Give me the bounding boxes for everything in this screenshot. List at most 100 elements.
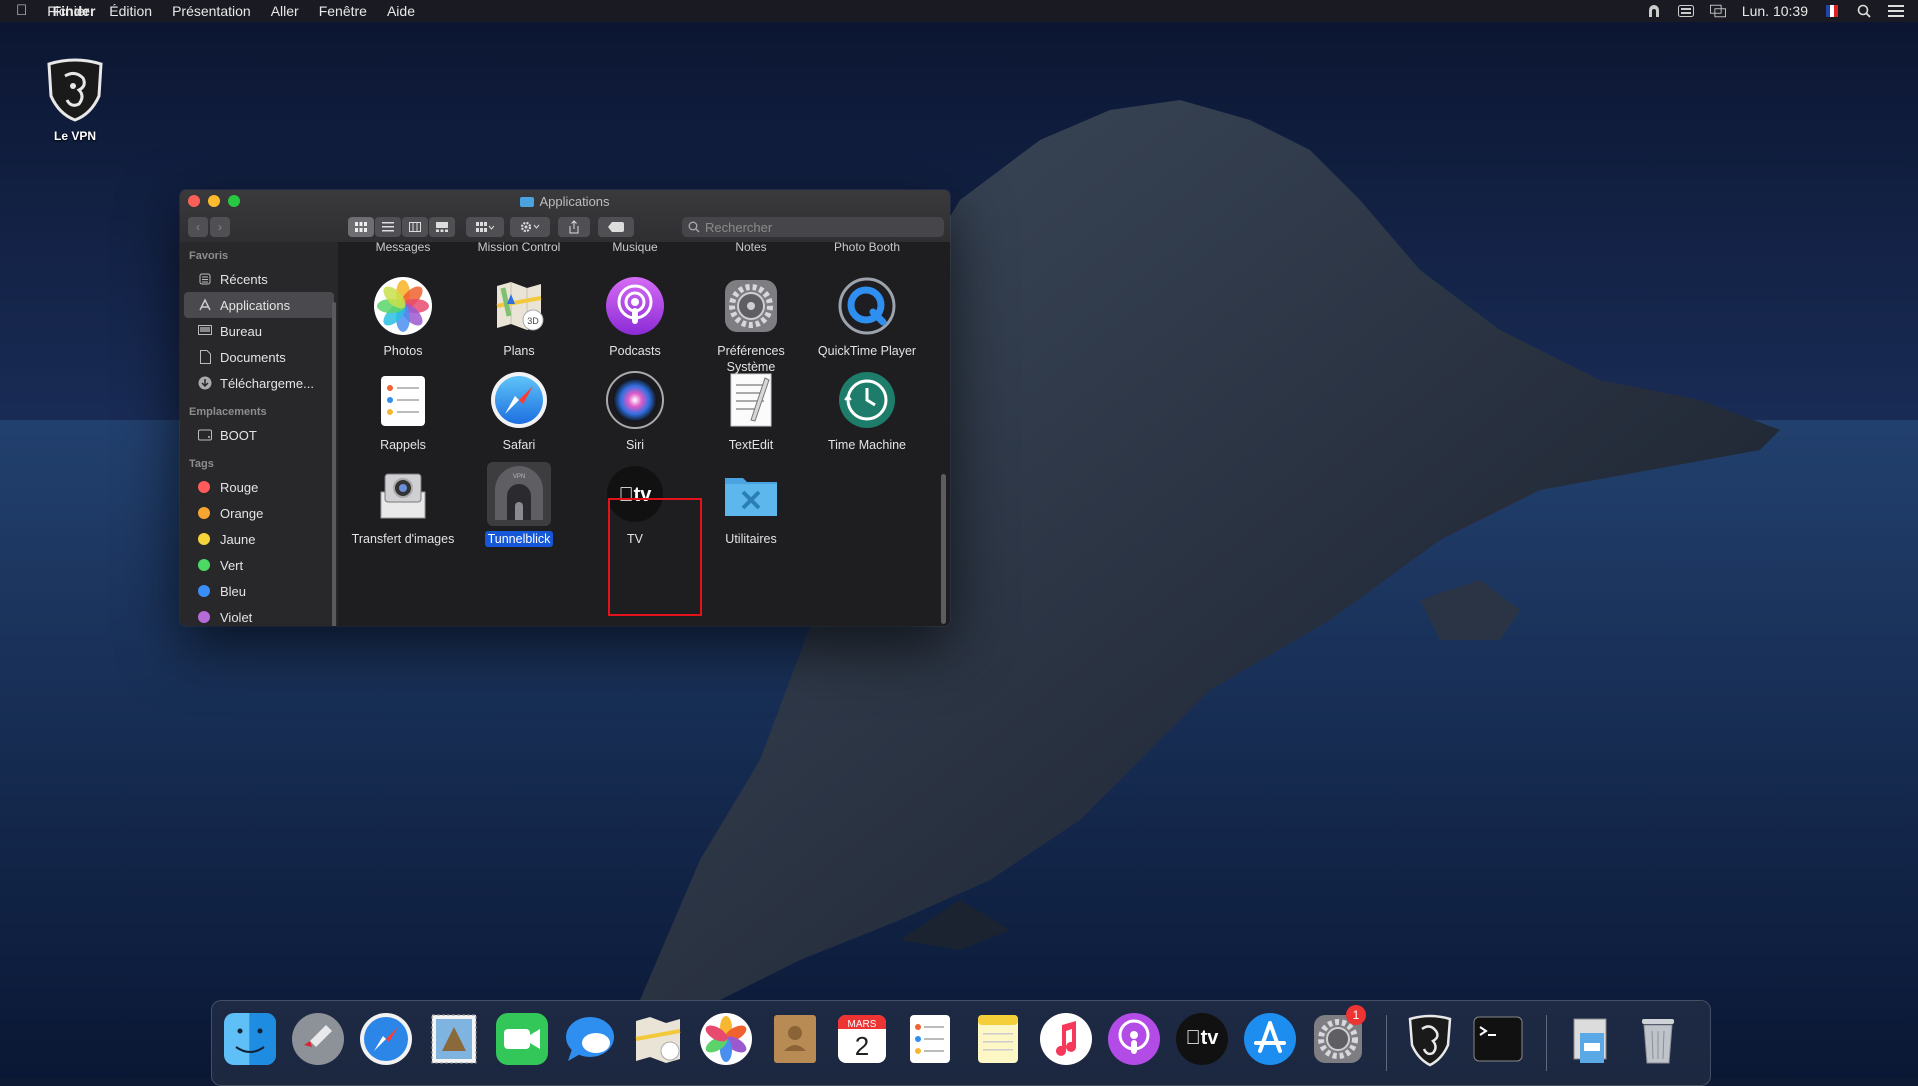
dock-safari[interactable] [358, 1011, 414, 1067]
sidebar-tag-rouge[interactable]: Rouge [180, 474, 338, 500]
dock-maps[interactable] [630, 1011, 686, 1067]
menu-fenetre[interactable]: Fenêtre [319, 0, 367, 22]
dock-notes[interactable] [970, 1011, 1026, 1067]
group-by-button[interactable] [466, 217, 504, 237]
sidebar-item-boot[interactable]: BOOT [180, 422, 338, 448]
dock-podcasts[interactable] [1106, 1011, 1162, 1067]
tag-color-dot [198, 585, 210, 597]
app-podcasts[interactable]: Podcasts [577, 274, 693, 359]
dock-terminal[interactable] [1470, 1011, 1526, 1067]
app-textedit[interactable]: TextEdit [693, 368, 809, 453]
gallery-view-button[interactable] [429, 217, 455, 237]
sidebar-tag-violet[interactable]: Violet [180, 604, 338, 626]
finder-content-grid: Messages Mission Control Musique Notes P… [340, 242, 950, 626]
menubar-clock[interactable]: Lun. 10:39 [1742, 0, 1808, 22]
app-label-partial: Notes [735, 242, 767, 254]
app-preferences-systeme[interactable]: Préférences Système [693, 274, 809, 375]
highlight-annotation-box [608, 498, 702, 616]
dock: MARS 2 tv 1 [211, 1000, 1711, 1086]
dock-calendar[interactable]: MARS 2 [834, 1011, 890, 1067]
icon-view-button[interactable] [348, 217, 374, 237]
app-safari[interactable]: Safari [461, 368, 577, 453]
tv-label: tv [1186, 1027, 1219, 1049]
sidebar-item-documents[interactable]: Documents [180, 344, 338, 370]
maps-icon: 3D [496, 282, 544, 331]
app-quicktime-player[interactable]: QuickTime Player [809, 274, 925, 359]
app-name: Transfert d'images [351, 532, 455, 546]
app-photos[interactable]: Photos [345, 274, 461, 359]
notification-badge: 1 [1346, 1005, 1366, 1025]
sidebar-item-label: Violet [220, 609, 253, 625]
dock-messages[interactable] [562, 1011, 618, 1067]
app-name: Tunnelblick [461, 531, 577, 547]
dock-downloads-stack[interactable] [1562, 1011, 1618, 1067]
sidebar-item-label: BOOT [220, 427, 257, 443]
svg-text:VPN: VPN [513, 474, 525, 480]
sidebar-tag-vert[interactable]: Vert [180, 552, 338, 578]
forward-button[interactable]: › [210, 217, 230, 237]
sidebar-item-recents[interactable]: Récents [180, 266, 338, 292]
sidebar-tag-orange[interactable]: Orange [180, 500, 338, 526]
menu-aide[interactable]: Aide [387, 0, 415, 22]
dock-system-preferences[interactable]: 1 [1310, 1005, 1366, 1067]
keyboard-icon[interactable] [1677, 4, 1694, 18]
dock-photos[interactable] [698, 1011, 754, 1067]
tags-button[interactable] [598, 217, 634, 237]
desktop-item-label: Le VPN [53, 129, 96, 143]
sidebar-tag-bleu[interactable]: Bleu [180, 578, 338, 604]
finder-sidebar: Favoris Récents Applications Bureau Docu… [180, 242, 338, 626]
folder-icon [520, 197, 535, 207]
tag-color-dot [198, 481, 210, 493]
sidebar-section-tags: Tags [189, 458, 214, 470]
app-time-machine[interactable]: Time Machine [809, 368, 925, 453]
app-siri[interactable]: Siri [577, 368, 693, 453]
contacts-icon [774, 1015, 816, 1063]
desktop-item-le-vpn[interactable]: Le VPN [40, 56, 110, 143]
sidebar-scrollbar[interactable] [332, 302, 336, 626]
dock-mail[interactable] [426, 1011, 482, 1067]
content-scrollbar[interactable] [941, 474, 946, 624]
dock-app-store[interactable] [1242, 1011, 1298, 1067]
list-view-button[interactable] [375, 217, 401, 237]
menu-finder[interactable]: Finder [16, 0, 132, 22]
sidebar-tag-jaune[interactable]: Jaune [180, 526, 338, 552]
app-transfert-images[interactable]: Transfert d'images [345, 462, 461, 547]
maps-icon [635, 1017, 681, 1063]
facetime-icon [496, 1013, 548, 1065]
app-tunnelblick[interactable]: VPN Tunnelblick [461, 462, 577, 547]
notification-center-icon[interactable] [1888, 4, 1904, 18]
sidebar-section-locations: Emplacements [189, 406, 267, 418]
dock-contacts[interactable] [766, 1011, 822, 1067]
column-view-button[interactable] [402, 217, 428, 237]
french-flag-input-icon[interactable] [1824, 4, 1840, 18]
dock-le-vpn[interactable] [1402, 1011, 1458, 1067]
tag-color-dot [198, 507, 210, 519]
dock-trash[interactable] [1630, 1011, 1686, 1067]
app-plans[interactable]: 3D Plans [461, 274, 577, 359]
search-field[interactable]: Rechercher [682, 217, 944, 237]
spotlight-search-icon[interactable] [1856, 4, 1872, 18]
dock-reminders[interactable] [902, 1011, 958, 1067]
dock-tv[interactable]: tv [1174, 1011, 1230, 1067]
action-gear-button[interactable] [510, 217, 550, 237]
display-mirroring-icon[interactable] [1709, 4, 1726, 18]
dock-facetime[interactable] [494, 1011, 550, 1067]
app-utilitaires[interactable]: Utilitaires [693, 462, 809, 547]
desktop-icon [198, 324, 212, 338]
menu-presentation[interactable]: Présentation [172, 0, 251, 22]
back-button[interactable]: ‹ [188, 217, 208, 237]
dock-finder[interactable] [222, 1011, 278, 1067]
tunnelblick-status-icon[interactable] [1646, 4, 1662, 18]
share-button[interactable] [558, 217, 590, 237]
reminders-icon [381, 376, 425, 426]
sidebar-item-bureau[interactable]: Bureau [180, 318, 338, 344]
dock-separator [1386, 1015, 1387, 1071]
dock-launchpad[interactable] [290, 1011, 346, 1067]
app-rappels[interactable]: Rappels [345, 368, 461, 453]
sidebar-item-applications[interactable]: Applications [184, 292, 334, 318]
menu-aller[interactable]: Aller [271, 0, 299, 22]
music-icon [1040, 1013, 1092, 1065]
dock-music[interactable] [1038, 1011, 1094, 1067]
sidebar-item-label: Vert [220, 557, 244, 573]
sidebar-item-telechargements[interactable]: Téléchargeme... [180, 370, 338, 396]
